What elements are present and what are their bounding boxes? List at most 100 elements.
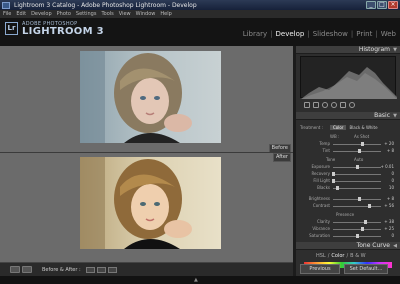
slider-track[interactable] <box>333 229 381 230</box>
slider-value[interactable]: 0 <box>391 233 394 239</box>
menu-help[interactable]: Help <box>160 11 171 17</box>
slider-track[interactable] <box>333 174 381 175</box>
slider-track[interactable] <box>333 181 381 182</box>
basic-header[interactable]: Basic ▼ <box>296 112 400 120</box>
menu-photo[interactable]: Photo <box>57 11 71 17</box>
menu-edit[interactable]: Edit <box>16 11 26 17</box>
before-after-label: Before & After : <box>42 266 81 273</box>
slider-knob[interactable] <box>357 197 361 201</box>
tone-curve-header[interactable]: Tone Curve ◀ <box>296 242 400 250</box>
copy-after-to-before-button[interactable] <box>96 266 106 273</box>
tab-bw[interactable]: B & W <box>350 253 365 259</box>
portrait-image <box>80 157 221 249</box>
menu-view[interactable]: View <box>119 11 131 17</box>
compare-view: Before After <box>0 46 293 276</box>
swap-settings-button[interactable] <box>107 266 117 273</box>
after-label: After <box>272 153 291 162</box>
basic-title: Basic <box>374 112 390 119</box>
fill-light-slider[interactable]: Fill Light 0 <box>300 178 396 184</box>
menu-tools[interactable]: Tools <box>101 11 113 17</box>
slider-label: Tint <box>322 148 330 153</box>
wb-label: WB : <box>330 134 340 139</box>
slider-knob[interactable] <box>367 204 371 208</box>
slider-knob[interactable] <box>357 149 361 153</box>
minimize-button[interactable]: _ <box>366 1 376 9</box>
treatment-bw[interactable]: Black & White <box>346 125 380 130</box>
slider-knob[interactable] <box>336 186 340 190</box>
menu-file[interactable]: File <box>3 11 11 17</box>
grid-icon[interactable] <box>304 102 310 108</box>
tone-auto-button[interactable]: Auto <box>354 157 363 162</box>
maximize-button[interactable]: □ <box>377 1 387 9</box>
lightroom-window: Lightroom 3 Catalog - Adobe Photoshop Li… <box>0 0 400 284</box>
module-develop[interactable]: Develop <box>276 30 305 38</box>
tint-slider[interactable]: Tint + 8 <box>300 148 396 154</box>
before-after-view-button[interactable] <box>22 266 32 273</box>
slider-knob[interactable] <box>355 165 359 169</box>
slider-value[interactable]: + 20 <box>384 141 394 147</box>
module-web[interactable]: Web <box>381 30 396 38</box>
recovery-slider[interactable]: Recovery 0 <box>300 171 396 177</box>
slider-track[interactable] <box>333 222 381 223</box>
slider-value[interactable]: + 56 <box>384 203 394 209</box>
slider-value[interactable]: 10 <box>389 185 394 191</box>
previous-button[interactable]: Previous <box>300 264 340 274</box>
slider-label: Exposure <box>311 164 330 169</box>
module-library[interactable]: Library <box>243 30 267 38</box>
slider-value[interactable]: + 8 <box>387 196 394 202</box>
menu-window[interactable]: Window <box>136 11 156 17</box>
menu-develop[interactable]: Develop <box>31 11 52 17</box>
clarity-slider[interactable]: Clarity + 38 <box>300 219 396 225</box>
contrast-slider[interactable]: Contrast + 56 <box>300 203 396 209</box>
slider-value[interactable]: + 25 <box>384 226 394 232</box>
exposure-slider[interactable]: Exposure + 0.01 <box>300 164 396 170</box>
slider-knob[interactable] <box>361 227 365 231</box>
close-button[interactable]: × <box>388 1 398 9</box>
slider-value[interactable]: + 0.01 <box>380 164 394 170</box>
filmstrip-arrow-icon[interactable]: ▲ <box>194 277 198 283</box>
tone-label: Tone <box>326 157 336 162</box>
slider-knob[interactable] <box>361 142 365 146</box>
temp-slider[interactable]: Temp + 20 <box>300 141 396 147</box>
saturation-slider[interactable]: Saturation 0 <box>300 233 396 239</box>
wb-value[interactable]: As Shot <box>354 134 369 139</box>
slider-value[interactable]: 0 <box>391 178 394 184</box>
slider-track[interactable] <box>333 188 381 189</box>
treatment-row: Treatment : Color Black & White <box>300 124 396 131</box>
module-slideshow[interactable]: Slideshow <box>313 30 348 38</box>
slider-knob[interactable] <box>331 179 335 183</box>
tab-color[interactable]: Color <box>331 253 344 259</box>
presence-label: Presence <box>336 212 355 217</box>
menu-settings[interactable]: Settings <box>76 11 97 17</box>
set-default-button[interactable]: Set Default... <box>344 264 388 274</box>
treatment-color[interactable]: Color <box>330 125 347 130</box>
copy-before-to-after-button[interactable] <box>85 266 95 273</box>
slider-value[interactable]: + 38 <box>384 219 394 225</box>
module-print[interactable]: Print <box>356 30 372 38</box>
after-photo[interactable] <box>80 157 221 249</box>
slider-track[interactable] <box>333 144 381 145</box>
slider-value[interactable]: 0 <box>391 171 394 177</box>
slider-knob[interactable] <box>355 234 359 238</box>
loupe-view-button[interactable] <box>10 266 20 273</box>
blacks-slider[interactable]: Blacks 10 <box>300 185 396 191</box>
spot-removal-icon[interactable] <box>322 102 328 108</box>
slider-knob[interactable] <box>364 220 368 224</box>
filmstrip-toggle-bar[interactable]: ▲ <box>0 276 400 284</box>
before-photo[interactable] <box>80 51 221 143</box>
graduated-filter-icon[interactable] <box>340 102 346 108</box>
crop-icon[interactable] <box>313 102 319 108</box>
slider-knob[interactable] <box>331 172 335 176</box>
tab-hsl[interactable]: HSL <box>316 253 326 259</box>
vibrance-slider[interactable]: Vibrance + 25 <box>300 226 396 232</box>
expand-icon: ◀ <box>393 243 397 249</box>
collapse-icon: ▼ <box>393 113 397 119</box>
adjustment-brush-icon[interactable] <box>349 102 355 108</box>
histogram-header[interactable]: Histogram ▼ <box>296 46 400 54</box>
tab-separator: / <box>346 253 349 259</box>
brightness-slider[interactable]: Brightness + 8 <box>300 196 396 202</box>
portrait-image <box>80 51 221 143</box>
slider-value[interactable]: + 8 <box>387 148 394 154</box>
slider-track[interactable] <box>333 206 381 207</box>
red-eye-icon[interactable] <box>331 102 337 108</box>
